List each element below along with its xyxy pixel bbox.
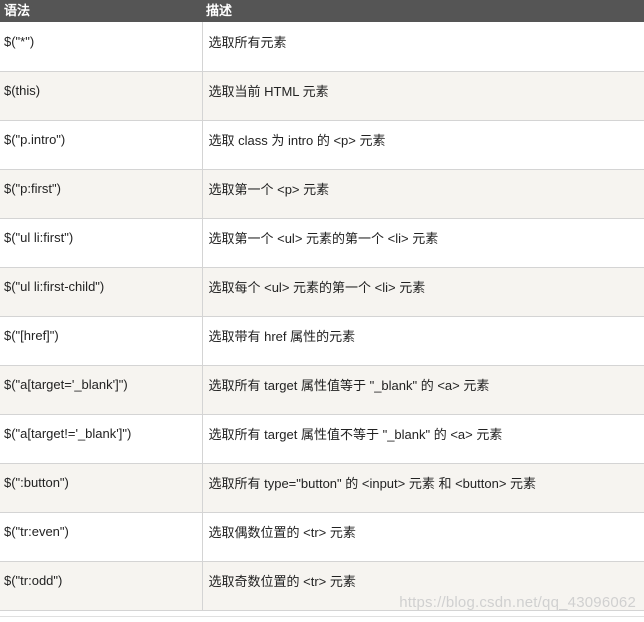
selector-text: $(":button") <box>4 475 69 490</box>
selector-text: $("tr:even") <box>4 524 69 539</box>
table-row: $("ul li:first") 选取第一个 <ul> 元素的第一个 <li> … <box>0 218 644 268</box>
selector-cell: $("a[target='_blank']") <box>0 365 203 415</box>
header-syntax: 语法 <box>0 0 202 22</box>
description-cell: 选取带有 href 属性的元素 <box>202 316 644 366</box>
description-text: 选取所有元素 <box>208 34 287 50</box>
selector-cell: $("ul li:first-child") <box>0 267 203 317</box>
table-row: $("p:first") 选取第一个 <p> 元素 <box>0 169 644 219</box>
watermark-text: https://blog.csdn.net/qq_43096062 <box>399 594 636 611</box>
description-text: 选取偶数位置的 <tr> 元素 <box>208 525 356 540</box>
header-row: 语法 描述 <box>0 0 644 22</box>
selector-text: $("ul li:first-child") <box>4 279 105 294</box>
description-cell: 选取偶数位置的 <tr> 元素 <box>202 512 644 562</box>
selector-text: $("a[target='_blank']") <box>4 377 128 392</box>
selector-text: $("[href]") <box>4 328 59 343</box>
table-row: $(":button") 选取所有 type="button" 的 <input… <box>0 463 644 513</box>
selector-cell: $("p:first") <box>0 169 203 219</box>
selector-text: $("ul li:first") <box>4 230 74 245</box>
selector-reference-table: 语法 描述 $("*") 选取所有元素 $(this) 选取当前 HTML 元素… <box>0 0 644 611</box>
description-text: 选取第一个 <p> 元素 <box>208 182 330 197</box>
table-row: $("a[target!='_blank']") 选取所有 target 属性值… <box>0 414 644 464</box>
table-row: $("ul li:first-child") 选取每个 <ul> 元素的第一个 … <box>0 267 644 317</box>
selector-text: $("p:first") <box>4 181 61 196</box>
description-text: 选取所有 type="button" 的 <input> 元素 和 <butto… <box>208 476 537 491</box>
description-text: 选取第一个 <ul> 元素的第一个 <li> 元素 <box>208 231 439 246</box>
description-cell: 选取所有 target 属性值不等于 "_blank" 的 <a> 元素 <box>202 414 644 464</box>
description-text: 选取奇数位置的 <tr> 元素 <box>208 574 356 589</box>
selector-cell: $("tr:odd") <box>0 561 203 611</box>
description-text: 选取所有 target 属性值等于 "_blank" 的 <a> 元素 <box>208 378 490 393</box>
description-cell: 选取 class 为 intro 的 <p> 元素 <box>202 120 644 170</box>
description-text: 选取当前 HTML 元素 <box>208 84 329 99</box>
selector-cell: $("[href]") <box>0 316 203 366</box>
selector-text: $("tr:odd") <box>4 573 63 588</box>
table-row: $("p.intro") 选取 class 为 intro 的 <p> 元素 <box>0 120 644 170</box>
table-header: 语法 描述 <box>0 0 644 22</box>
description-cell: 选取第一个 <ul> 元素的第一个 <li> 元素 <box>202 218 644 268</box>
description-cell: 选取所有 type="button" 的 <input> 元素 和 <butto… <box>202 463 644 513</box>
table-row: $("*") 选取所有元素 <box>0 22 644 72</box>
bottom-divider <box>0 616 644 617</box>
selector-cell: $(":button") <box>0 463 203 513</box>
selector-cell: $("a[target!='_blank']") <box>0 414 203 464</box>
description-cell: 选取每个 <ul> 元素的第一个 <li> 元素 <box>202 267 644 317</box>
table-row: $("[href]") 选取带有 href 属性的元素 <box>0 316 644 366</box>
selector-text: $("a[target!='_blank']") <box>4 426 132 441</box>
description-text: 选取所有 target 属性值不等于 "_blank" 的 <a> 元素 <box>208 427 503 442</box>
selector-cell: $("ul li:first") <box>0 218 203 268</box>
selector-cell: $(this) <box>0 71 203 121</box>
table-row: $("a[target='_blank']") 选取所有 target 属性值等… <box>0 365 644 415</box>
selector-cell: $("tr:even") <box>0 512 203 562</box>
description-text: 选取带有 href 属性的元素 <box>208 329 356 344</box>
description-cell: 选取第一个 <p> 元素 <box>202 169 644 219</box>
description-cell: 选取当前 HTML 元素 <box>202 71 644 121</box>
table-body: $("*") 选取所有元素 $(this) 选取当前 HTML 元素 $("p.… <box>0 22 644 611</box>
page: 语法 描述 $("*") 选取所有元素 $(this) 选取当前 HTML 元素… <box>0 0 644 622</box>
description-text: 选取 class 为 intro 的 <p> 元素 <box>208 133 386 148</box>
selector-text: $(this) <box>4 83 41 98</box>
description-cell: 选取所有元素 <box>202 22 644 72</box>
selector-cell: $("*") <box>0 22 203 72</box>
table-row: $(this) 选取当前 HTML 元素 <box>0 71 644 121</box>
description-text: 选取每个 <ul> 元素的第一个 <li> 元素 <box>208 280 426 295</box>
selector-cell: $("p.intro") <box>0 120 203 170</box>
selector-text: $("*") <box>4 33 35 49</box>
header-description: 描述 <box>202 0 644 22</box>
description-cell: 选取所有 target 属性值等于 "_blank" 的 <a> 元素 <box>202 365 644 415</box>
table-row: $("tr:even") 选取偶数位置的 <tr> 元素 <box>0 512 644 562</box>
selector-text: $("p.intro") <box>4 132 66 147</box>
